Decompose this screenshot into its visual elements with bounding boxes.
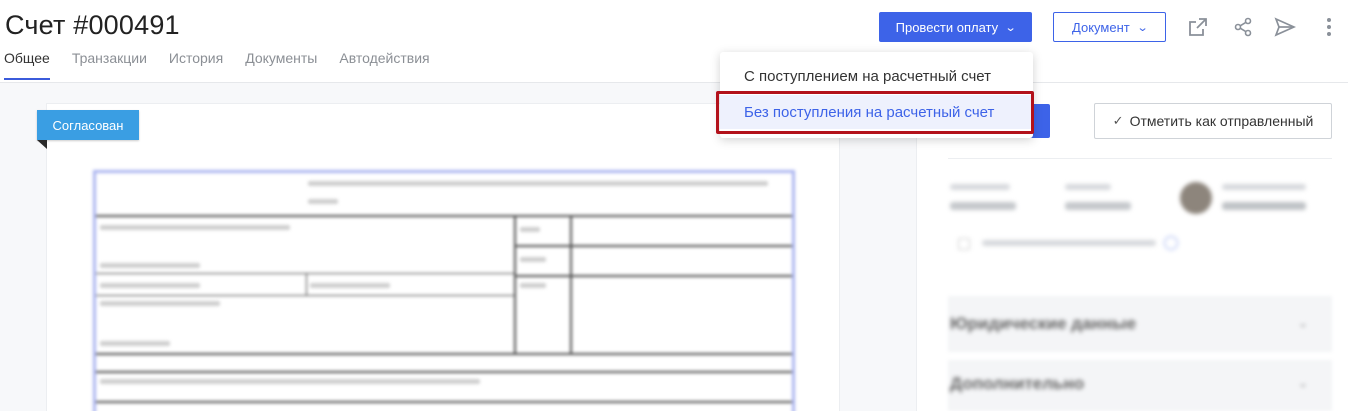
document-button-label: Документ [1072, 19, 1130, 35]
check-icon: ✓ [1112, 113, 1124, 128]
external-link-icon[interactable] [1185, 14, 1211, 40]
blurred-field-value [1222, 202, 1306, 210]
chevron-down-icon: ⌄ [1004, 21, 1017, 34]
tab-documents[interactable]: Документы [245, 50, 317, 80]
chevron-down-icon: ⌄ [1298, 376, 1309, 390]
blurred-checkbox[interactable] [958, 238, 970, 250]
status-badge: Согласован [37, 110, 139, 140]
tab-history[interactable]: История [169, 50, 223, 80]
more-vertical-icon[interactable] [1316, 14, 1342, 40]
blurred-invoice-form [93, 170, 795, 411]
tab-transactions[interactable]: Транзакции [72, 50, 147, 80]
legal-data-title: Юридические данные [950, 314, 1137, 333]
blurred-field-label [950, 184, 1010, 190]
payment-dropdown-menu: С поступлением на расчетный счет Без пос… [720, 52, 1033, 138]
blurred-field-label [1065, 184, 1111, 190]
extra-section-title: Дополнительно [950, 374, 1085, 393]
page-title: Счет #000491 [5, 10, 180, 40]
status-badge-tail [37, 140, 47, 149]
chevron-down-icon: ⌄ [1136, 21, 1149, 34]
blurred-field-value [950, 202, 1016, 210]
menu-item-with-account-receipt[interactable]: С поступлением на расчетный счет [720, 59, 1033, 93]
send-icon[interactable] [1272, 14, 1298, 40]
mark-sent-label: Отметить как отправленный [1129, 113, 1314, 129]
menu-item-without-account-receipt[interactable]: Без поступления на расчетный счет [720, 95, 1033, 129]
document-button[interactable]: Документ ⌄ [1053, 12, 1166, 42]
blurred-field-value [1065, 202, 1131, 210]
right-panel-divider [948, 158, 1332, 159]
pay-button[interactable]: Провести оплату ⌄ [879, 12, 1032, 42]
tab-bar: Общее Транзакции История Документы Автод… [4, 50, 430, 80]
blurred-checkbox-label [982, 240, 1156, 246]
info-icon [1164, 236, 1178, 250]
chevron-down-icon: ⌄ [1298, 316, 1309, 330]
blurred-field-label [1222, 184, 1306, 190]
tab-general[interactable]: Общее [4, 50, 50, 80]
avatar [1180, 182, 1212, 214]
mark-sent-button[interactable]: ✓ Отметить как отправленный [1094, 103, 1332, 139]
share-icon[interactable] [1230, 14, 1256, 40]
pay-button-label: Провести оплату [895, 19, 999, 35]
tab-autoactions[interactable]: Автодействия [339, 50, 429, 80]
